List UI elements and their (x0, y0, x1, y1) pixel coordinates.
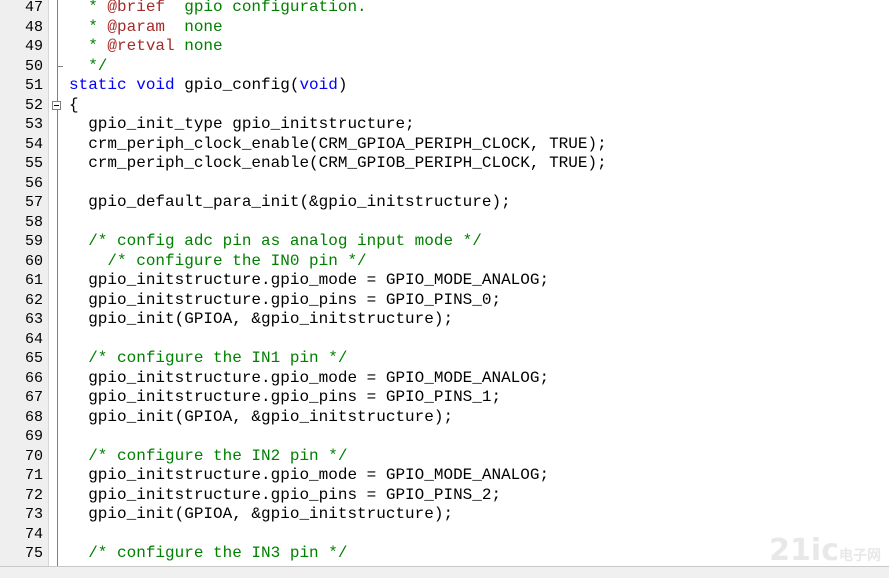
code-line[interactable]: /* configure the IN0 pin */ (69, 252, 889, 272)
code-line[interactable]: */ (69, 57, 889, 77)
code-line[interactable]: gpio_initstructure.gpio_pins = GPIO_PINS… (69, 388, 889, 408)
code-token: crm_periph_clock_enable(CRM_GPIOA_PERIPH… (69, 134, 607, 153)
code-token: gpio_initstructure.gpio_mode = GPIO_MODE… (69, 368, 550, 387)
line-number: 63 (24, 311, 43, 328)
code-token: gpio_initstructure.gpio_mode = GPIO_MODE… (69, 271, 550, 289)
code-line[interactable]: { (69, 96, 889, 116)
line-number: 75 (24, 545, 43, 562)
line-number: 61 (24, 272, 43, 289)
comment-token: /* configure the IN1 pin */ (69, 349, 348, 367)
line-number: 53 (24, 116, 43, 133)
comment-token: none (165, 17, 223, 36)
comment-token: * (69, 37, 108, 55)
line-number: 69 (24, 428, 43, 445)
code-line[interactable]: crm_periph_clock_enable(CRM_GPIOB_PERIPH… (69, 154, 889, 174)
code-token: gpio_initstructure.gpio_pins = GPIO_PINS… (69, 290, 502, 309)
line-number: 58 (24, 213, 43, 231)
comment-token: /* configure the IN2 pin */ (69, 446, 348, 465)
code-token: { (69, 95, 79, 114)
code-line[interactable]: * @brief gpio configuration. (69, 0, 889, 18)
code-line[interactable]: static void gpio_config(void) (69, 76, 889, 96)
fold-guide-line (57, 0, 58, 566)
line-number: 72 (24, 486, 43, 504)
code-token: gpio_init(GPIOA, &gpio_initstructure); (69, 505, 454, 523)
comment-token: /* configure the IN0 pin */ (69, 251, 367, 270)
code-token: gpio_init(GPIOA, &gpio_initstructure); (69, 310, 454, 328)
comment-token: gpio configuration. (165, 0, 367, 16)
doc-tag-token: @param (107, 17, 166, 36)
code-line[interactable]: gpio_initstructure.gpio_mode = GPIO_MODE… (69, 466, 889, 486)
comment-token: * (69, 0, 108, 16)
code-token: gpio_default_para_init(&gpio_initstructu… (69, 193, 511, 211)
code-line[interactable]: gpio_initstructure.gpio_pins = GPIO_PINS… (69, 486, 889, 506)
code-line[interactable]: gpio_init(GPIOA, &gpio_initstructure); (69, 505, 889, 525)
comment-token: /* configure the IN3 pin */ (69, 544, 348, 562)
fold-end-marker (57, 66, 63, 68)
code-line[interactable]: gpio_default_para_init(&gpio_initstructu… (69, 193, 889, 213)
line-number: 54 (24, 135, 43, 153)
line-number: 59 (24, 233, 43, 250)
line-number: 65 (24, 350, 43, 367)
status-bar (0, 566, 889, 578)
line-number: 74 (24, 525, 43, 543)
line-number: 49 (24, 38, 43, 55)
doc-tag-token: @retval (107, 37, 175, 55)
keyword-token: void (136, 76, 175, 94)
line-number: 67 (24, 389, 43, 406)
watermark-logo: 21ic电子网 (769, 536, 881, 571)
line-number: 71 (24, 467, 43, 484)
code-line[interactable]: /* configure the IN1 pin */ (69, 349, 889, 369)
keyword-token: static (69, 76, 127, 94)
comment-token: /* config adc pin as analog input mode *… (69, 232, 482, 250)
line-number: 64 (24, 330, 43, 348)
code-line[interactable]: gpio_initstructure.gpio_pins = GPIO_PINS… (69, 291, 889, 311)
code-token: gpio_initstructure.gpio_mode = GPIO_MODE… (69, 466, 550, 484)
code-token: gpio_config( (174, 76, 300, 94)
comment-token: * (69, 17, 108, 36)
line-number: 62 (24, 291, 43, 309)
code-token: gpio_initstructure.gpio_pins = GPIO_PINS… (69, 485, 502, 504)
code-editor[interactable]: 47 48 49 50 51 52 53 54 55 56 57 58 59 60 61 62 63 64 65 66… (0, 0, 889, 566)
line-number: 60 (24, 252, 43, 270)
code-token: ) (337, 76, 348, 94)
code-line[interactable]: gpio_init(GPIOA, &gpio_initstructure); (69, 310, 889, 330)
comment-token: none (174, 37, 223, 55)
doc-tag-token: @brief (107, 0, 166, 16)
code-line[interactable]: gpio_initstructure.gpio_mode = GPIO_MODE… (69, 271, 889, 291)
watermark-text: 21ic (769, 533, 839, 568)
code-line[interactable]: gpio_initstructure.gpio_mode = GPIO_MODE… (69, 369, 889, 389)
line-number: 51 (24, 77, 43, 94)
line-number: 73 (24, 506, 43, 523)
code-line[interactable]: /* config adc pin as analog input mode *… (69, 232, 889, 252)
line-number: 70 (24, 447, 43, 465)
code-line[interactable]: crm_periph_clock_enable(CRM_GPIOA_PERIPH… (69, 135, 889, 155)
watermark-cn-text: 电子网 (839, 548, 881, 564)
code-token: gpio_initstructure.gpio_pins = GPIO_PINS… (69, 388, 502, 406)
code-token: gpio_init(GPIOA, &gpio_initstructure); (69, 407, 454, 426)
code-line[interactable]: /* configure the IN3 pin */ (69, 544, 889, 564)
line-number: 68 (24, 408, 43, 426)
code-token: crm_periph_clock_enable(CRM_GPIOB_PERIPH… (69, 154, 607, 172)
line-number: 56 (24, 174, 43, 192)
fold-collapse-icon[interactable] (52, 100, 61, 110)
keyword-token: void (299, 76, 338, 94)
line-number: 66 (24, 369, 43, 387)
line-number: 57 (24, 194, 43, 211)
line-number: 55 (24, 155, 43, 172)
line-number: 52 (24, 96, 43, 114)
comment-token: */ (69, 56, 108, 75)
line-number: 48 (24, 18, 43, 36)
code-line[interactable]: /* configure the IN2 pin */ (69, 447, 889, 467)
line-number: 47 (24, 0, 43, 16)
code-line[interactable]: gpio_init(GPIOA, &gpio_initstructure); (69, 408, 889, 428)
code-line[interactable]: * @retval none (69, 37, 889, 57)
line-number-gutter: 47 48 49 50 51 52 53 54 55 56 57 58 59 60 61 62 63 64 65 66… (0, 0, 49, 566)
code-line[interactable]: gpio_init_type gpio_initstructure; (69, 115, 889, 135)
code-line[interactable]: * @param none (69, 18, 889, 38)
line-number: 50 (24, 57, 43, 75)
code-token: gpio_init_type gpio_initstructure; (69, 115, 415, 133)
